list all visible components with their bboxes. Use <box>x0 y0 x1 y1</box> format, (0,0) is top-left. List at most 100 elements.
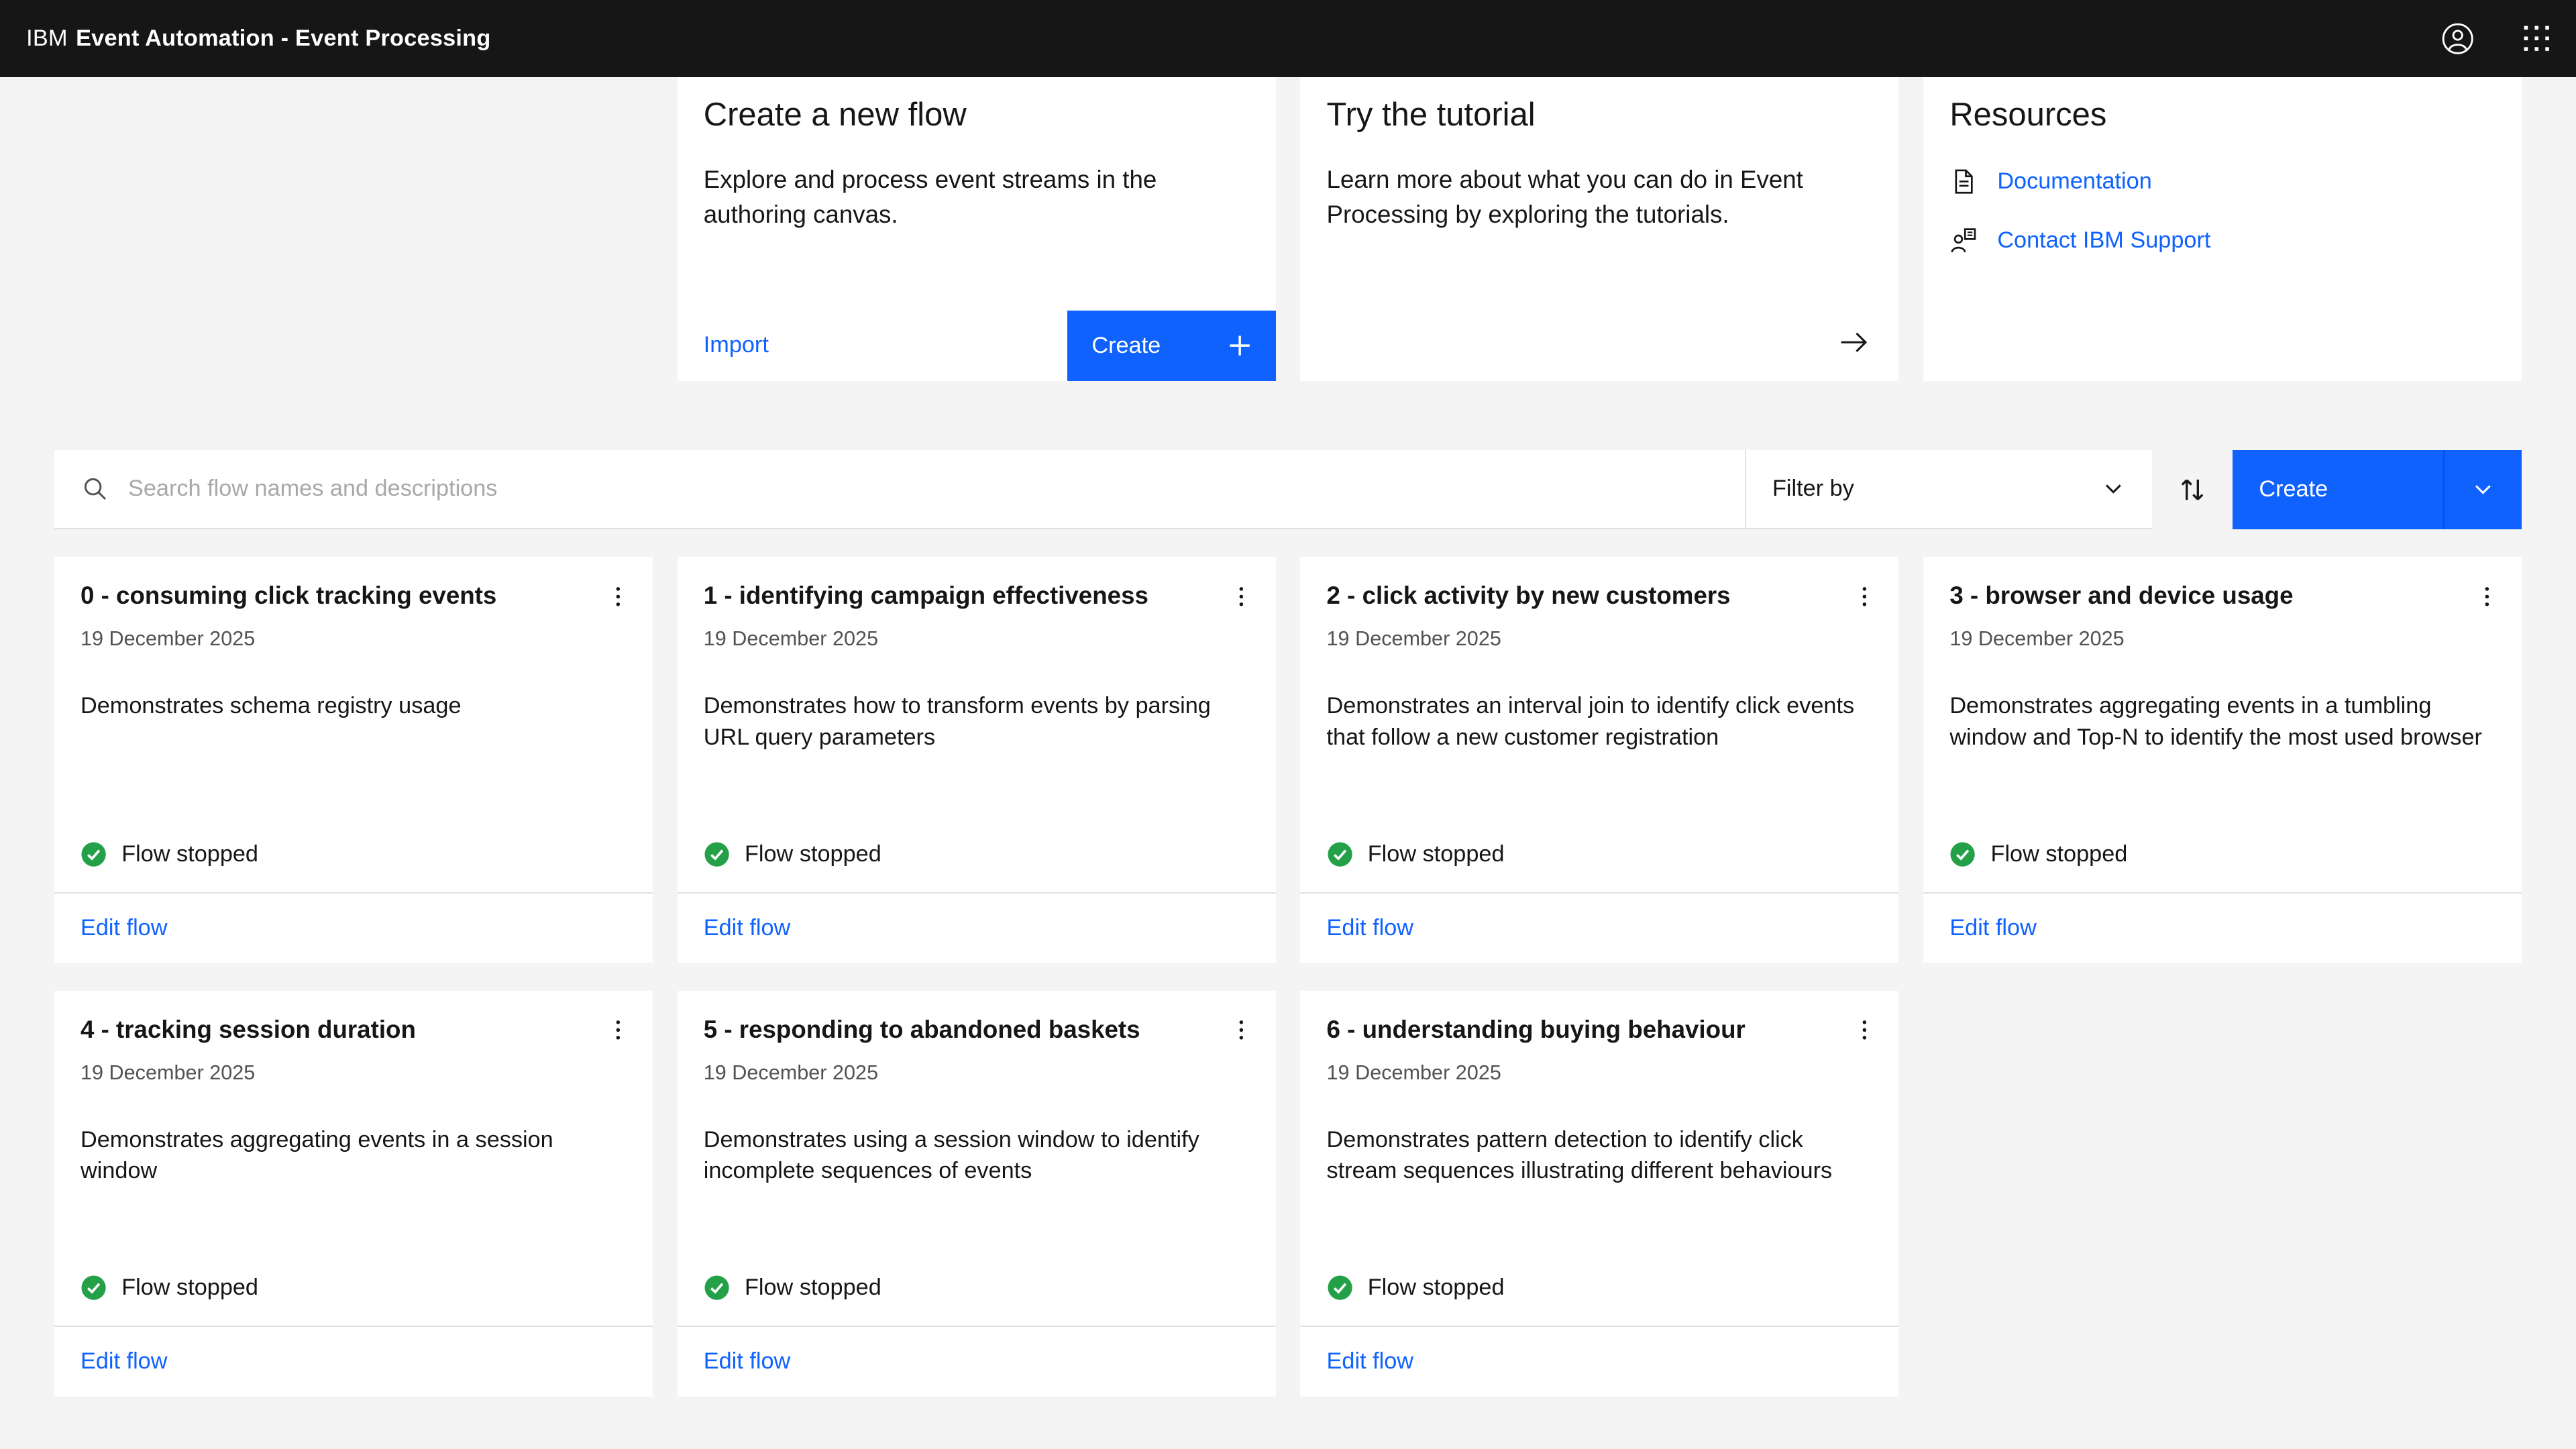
toolbar: Filter by Create <box>54 450 2522 529</box>
flow-card-footer: Edit flow <box>1923 892 2522 963</box>
create-flow-card-title: Create a new flow <box>704 94 1250 137</box>
overflow-menu-button[interactable] <box>1220 1009 1263 1052</box>
flow-card: 2 - click activity by new customers 19 D… <box>1300 557 1898 963</box>
kebab-icon <box>1852 584 1877 609</box>
flow-stopped-icon <box>704 1275 730 1301</box>
flow-stopped-icon <box>1949 841 1976 867</box>
create-button[interactable]: Create <box>2233 450 2443 529</box>
flow-title: 4 - tracking session duration <box>80 1014 435 1046</box>
filter-by-dropdown[interactable]: Filter by <box>1745 450 2152 529</box>
documentation-row: Documentation <box>1949 168 2496 196</box>
arrow-right-icon <box>1838 327 1870 358</box>
import-link[interactable]: Import <box>704 332 769 358</box>
header-actions <box>2418 0 2576 77</box>
flow-date: 19 December 2025 <box>1949 627 2496 651</box>
app: IBMEvent Automation - Event Processing <box>0 0 2576 1449</box>
flow-description: Demonstrates using a session window to i… <box>704 1124 1250 1187</box>
flow-description: Demonstrates pattern detection to identi… <box>1327 1124 1873 1187</box>
flow-card-head: 4 - tracking session duration <box>80 1014 627 1051</box>
overflow-menu-button[interactable] <box>1843 575 1886 618</box>
app-title: IBMEvent Automation - Event Processing <box>26 25 490 52</box>
flow-status: Flow stopped <box>80 1275 627 1301</box>
edit-flow-link[interactable]: Edit flow <box>80 1348 168 1375</box>
flow-stopped-icon <box>1327 1275 1353 1301</box>
tutorial-card: Try the tutorial Learn more about what y… <box>1300 77 1898 381</box>
flow-card-head: 1 - identifying campaign effectiveness <box>704 580 1250 617</box>
flow-card: 6 - understanding buying behaviour 19 De… <box>1300 991 1898 1397</box>
flow-card: 5 - responding to abandoned baskets 19 D… <box>678 991 1276 1397</box>
flow-description: Demonstrates how to transform events by … <box>704 690 1250 753</box>
sort-arrows-icon <box>2178 475 2207 504</box>
edit-flow-link[interactable]: Edit flow <box>1949 915 2037 941</box>
flow-date: 19 December 2025 <box>1327 1061 1873 1085</box>
tutorial-card-description: Learn more about what you can do in Even… <box>1327 162 1869 231</box>
overflow-menu-button[interactable] <box>597 1009 640 1052</box>
create-flow-card-description: Explore and process event streams in the… <box>704 162 1246 231</box>
search-box[interactable] <box>54 450 1745 529</box>
flow-title: 5 - responding to abandoned baskets <box>704 1014 1160 1046</box>
tutorial-card-title: Try the tutorial <box>1327 94 1873 137</box>
user-avatar-button[interactable] <box>2418 0 2498 77</box>
flow-stopped-icon <box>704 841 730 867</box>
flow-status-text: Flow stopped <box>121 841 258 867</box>
app-switcher-button[interactable] <box>2497 0 2576 77</box>
overflow-menu-button[interactable] <box>1843 1009 1886 1052</box>
flow-card-head: 5 - responding to abandoned baskets <box>704 1014 1250 1051</box>
edit-flow-link[interactable]: Edit flow <box>704 1348 791 1375</box>
flow-card-body: 5 - responding to abandoned baskets 19 D… <box>678 991 1276 1326</box>
brand-prefix: IBM <box>26 25 68 51</box>
documentation-link[interactable]: Documentation <box>1997 168 2151 195</box>
flow-stopped-icon <box>80 1275 107 1301</box>
promo-spacer <box>54 77 653 381</box>
flow-status-text: Flow stopped <box>1368 841 1505 867</box>
edit-flow-link[interactable]: Edit flow <box>80 915 168 941</box>
flow-status: Flow stopped <box>1949 841 2496 867</box>
flow-card-footer: Edit flow <box>54 892 653 963</box>
kebab-icon <box>1229 584 1254 609</box>
edit-flow-link[interactable]: Edit flow <box>704 915 791 941</box>
flow-card: 0 - consuming click tracking events 19 D… <box>54 557 653 963</box>
flow-description: Demonstrates aggregating events in a ses… <box>80 1124 627 1187</box>
flow-stopped-icon <box>80 841 107 867</box>
edit-flow-link[interactable]: Edit flow <box>1327 1348 1414 1375</box>
flow-card-body: 0 - consuming click tracking events 19 D… <box>54 557 653 892</box>
flow-status-text: Flow stopped <box>1991 841 2128 867</box>
overflow-menu-button[interactable] <box>2466 575 2509 618</box>
user-avatar-icon <box>2440 21 2475 56</box>
flow-status-text: Flow stopped <box>121 1275 258 1301</box>
flow-stopped-icon <box>1327 841 1353 867</box>
overflow-menu-button[interactable] <box>597 575 640 618</box>
flow-card: 4 - tracking session duration 19 Decembe… <box>54 991 653 1397</box>
filter-by-label: Filter by <box>1772 476 1854 502</box>
kebab-icon <box>1229 1018 1254 1042</box>
chevron-down-icon <box>2101 476 2126 501</box>
flow-card: 1 - identifying campaign effectiveness 1… <box>678 557 1276 963</box>
flow-status-text: Flow stopped <box>1368 1275 1505 1301</box>
flow-card-footer: Edit flow <box>1300 1326 1898 1396</box>
sort-button[interactable] <box>2152 450 2233 529</box>
document-icon <box>1949 168 1978 196</box>
flow-card-body: 1 - identifying campaign effectiveness 1… <box>678 557 1276 892</box>
edit-flow-link[interactable]: Edit flow <box>1327 915 1414 941</box>
flow-description: Demonstrates schema registry usage <box>80 690 627 722</box>
overflow-menu-button[interactable] <box>1220 575 1263 618</box>
flow-card-body: 6 - understanding buying behaviour 19 De… <box>1300 991 1898 1326</box>
flow-card-head: 6 - understanding buying behaviour <box>1327 1014 1873 1051</box>
flow-date: 19 December 2025 <box>704 1061 1250 1085</box>
create-button-label: Create <box>2259 476 2328 502</box>
flow-status-text: Flow stopped <box>745 841 881 867</box>
support-row: Contact IBM Support <box>1949 227 2496 255</box>
create-flow-button[interactable]: Create <box>1067 311 1276 381</box>
flow-status: Flow stopped <box>704 841 1250 867</box>
flow-grid: 0 - consuming click tracking events 19 D… <box>54 557 2522 1396</box>
flow-card-footer: Edit flow <box>54 1326 653 1396</box>
flow-date: 19 December 2025 <box>704 627 1250 651</box>
create-menu-button[interactable] <box>2443 450 2522 529</box>
header-bar: IBMEvent Automation - Event Processing <box>0 0 2576 77</box>
contact-support-link[interactable]: Contact IBM Support <box>1997 227 2210 254</box>
flow-card-head: 0 - consuming click tracking events <box>80 580 627 617</box>
tutorial-arrow-button[interactable] <box>1831 321 1876 365</box>
search-input[interactable] <box>128 476 1717 502</box>
flow-status: Flow stopped <box>1327 1275 1873 1301</box>
flow-status: Flow stopped <box>704 1275 1250 1301</box>
